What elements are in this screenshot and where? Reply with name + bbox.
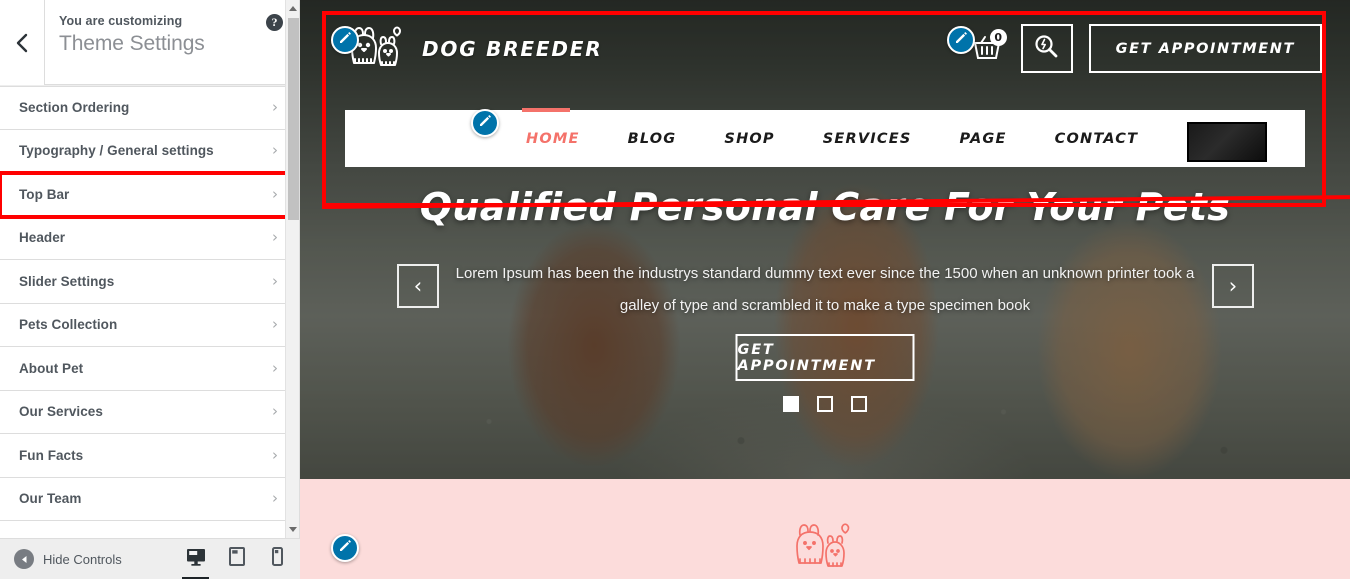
collapse-left-icon — [14, 549, 34, 569]
panel-header: You are customizing Theme Settings ? — [0, 0, 299, 85]
sidebar-item-our-services[interactable]: Our Services › — [0, 390, 292, 434]
pencil-icon — [338, 31, 352, 50]
customizer-sidebar: You are customizing Theme Settings ? Sec… — [0, 0, 300, 579]
chevron-right-icon: › — [272, 98, 278, 117]
device-mobile-button[interactable] — [257, 539, 298, 579]
sidebar-item-label: Pets Collection — [19, 317, 118, 333]
help-icon[interactable]: ? — [266, 14, 283, 31]
device-desktop-button[interactable] — [175, 539, 216, 579]
pencil-icon — [478, 114, 492, 133]
dog-cat-outline-icon — [788, 517, 862, 579]
sidebar-item-pets-collection[interactable]: Pets Collection › — [0, 303, 292, 347]
sidebar-footer: Hide Controls — [0, 538, 300, 579]
slider-prev-button[interactable]: ‹ — [397, 264, 439, 308]
pink-section — [300, 479, 1350, 579]
sidebar-item-label: Top Bar — [19, 186, 70, 202]
search-button[interactable] — [1020, 24, 1073, 73]
chevron-right-icon: › — [272, 271, 278, 290]
sidebar-item-label: Fun Facts — [19, 447, 84, 463]
back-button[interactable] — [0, 0, 45, 85]
nav-item-shop[interactable]: SHOP — [700, 131, 798, 147]
section-list: Section Ordering › Typography / General … — [0, 86, 292, 538]
site-preview[interactable]: DOG BREEDER 0 GET APPOINTMENT HOME BLOG … — [300, 0, 1350, 579]
sidebar-scrollbar[interactable] — [285, 0, 299, 538]
nav-item-blog[interactable]: BLOG — [604, 131, 701, 147]
chevron-right-icon: › — [272, 445, 278, 464]
nav-item-home[interactable]: HOME — [502, 107, 604, 147]
nav-thumbnail-image[interactable] — [1187, 122, 1267, 162]
scroll-down-arrow-icon[interactable] — [286, 522, 300, 537]
hero-get-appointment-button[interactable]: GET APPOINTMENT — [735, 334, 915, 381]
edit-header-actions-shortcut[interactable] — [947, 26, 975, 54]
header-actions: 0 GET APPOINTMENT — [971, 24, 1322, 73]
sidebar-item-label: Our Team — [19, 491, 82, 507]
hero-title: Qualified Personal Care For Your Pets — [419, 185, 1231, 229]
site-top-bar: DOG BREEDER 0 GET APPOINTMENT — [300, 0, 1350, 100]
scroll-up-arrow-icon[interactable] — [286, 1, 300, 16]
get-appointment-button[interactable]: GET APPOINTMENT — [1088, 24, 1322, 73]
hide-controls-button[interactable]: Hide Controls — [0, 549, 175, 569]
cart-count-badge: 0 — [989, 28, 1007, 46]
desktop-icon — [186, 548, 206, 571]
sidebar-item-label: Section Ordering — [19, 100, 130, 116]
pencil-icon — [338, 539, 352, 558]
chevron-right-icon: › — [272, 184, 278, 203]
site-title: DOG BREEDER — [422, 36, 603, 61]
site-brand[interactable]: DOG BREEDER — [345, 22, 602, 75]
sidebar-item-about-pet[interactable]: About Pet › — [0, 347, 292, 391]
sidebar-item-label: About Pet — [19, 360, 84, 376]
slider-dot-3[interactable] — [851, 396, 867, 412]
sidebar-item-typography-general-settings[interactable]: Typography / General settings › — [0, 129, 292, 173]
slider-next-button[interactable]: › — [1212, 264, 1254, 308]
nav-item-services[interactable]: SERVICES — [799, 131, 936, 147]
edit-menu-shortcut[interactable] — [471, 109, 499, 137]
hide-controls-label: Hide Controls — [43, 551, 122, 567]
customizer-screen: You are customizing Theme Settings ? Sec… — [0, 0, 1350, 579]
pencil-icon — [954, 31, 968, 50]
chevron-right-icon: › — [272, 358, 278, 377]
edit-pink-section-shortcut[interactable] — [331, 534, 359, 562]
panel-header-text: You are customizing Theme Settings ? — [45, 0, 299, 84]
sidebar-item-fun-facts[interactable]: Fun Facts › — [0, 434, 292, 478]
zigzag-divider — [300, 479, 1350, 492]
sidebar-item-header[interactable]: Header › — [0, 216, 292, 260]
search-icon — [1033, 33, 1060, 65]
page-title: Theme Settings — [59, 32, 205, 55]
sidebar-item-label: Header — [19, 230, 66, 246]
edit-logo-shortcut[interactable] — [331, 26, 359, 54]
chevron-left-icon — [15, 32, 29, 54]
slider-dot-2[interactable] — [817, 396, 833, 412]
slider-dots — [783, 396, 867, 412]
sidebar-item-label: Typography / General settings — [19, 143, 214, 159]
sidebar-item-label: Slider Settings — [19, 273, 115, 289]
nav-item-page[interactable]: PAGE — [936, 131, 1031, 147]
hero-subtitle: Lorem Ipsum has been the industrys stand… — [455, 265, 1195, 314]
chevron-right-icon: › — [272, 402, 278, 421]
sidebar-item-section-ordering[interactable]: Section Ordering › — [0, 86, 292, 130]
shopping-basket-icon — [971, 35, 1005, 66]
customizing-label: You are customizing — [59, 14, 183, 28]
sidebar-item-label: Our Services — [19, 404, 103, 420]
slider-dot-1[interactable] — [783, 396, 799, 412]
sidebar-item-slider-settings[interactable]: Slider Settings › — [0, 260, 292, 304]
chevron-right-icon: › — [272, 315, 278, 334]
device-preview-buttons — [175, 539, 298, 579]
sidebar-item-our-team[interactable]: Our Team › — [0, 477, 292, 521]
cart-button[interactable]: 0 — [971, 28, 1007, 66]
nav-item-contact[interactable]: CONTACT — [1031, 131, 1163, 147]
chevron-right-icon: › — [272, 141, 278, 160]
chevron-right-icon: › — [272, 228, 278, 247]
sidebar-item-top-bar[interactable]: Top Bar › — [0, 171, 292, 219]
device-tablet-button[interactable] — [216, 539, 257, 579]
chevron-right-icon: › — [272, 489, 278, 508]
nav-links: HOME BLOG SHOP SERVICES PAGE CONTACT — [502, 107, 1163, 147]
mobile-icon — [272, 547, 283, 571]
scrollbar-thumb[interactable] — [288, 18, 299, 220]
tablet-icon — [228, 547, 245, 571]
